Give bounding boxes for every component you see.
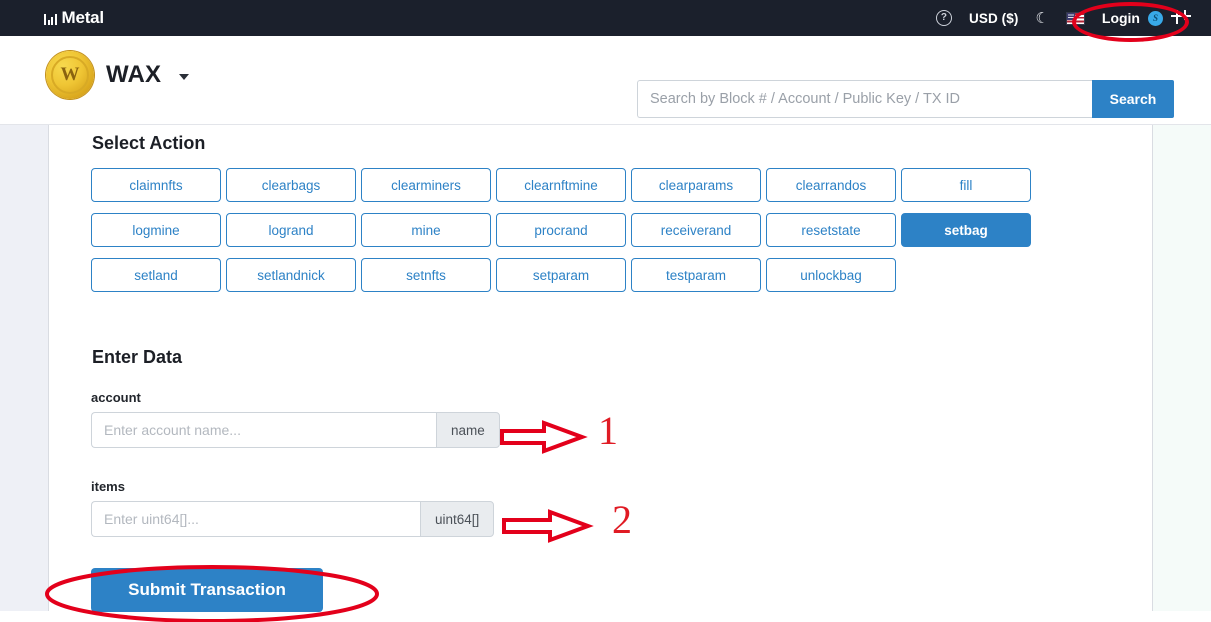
- site-logo[interactable]: Metal: [44, 8, 104, 28]
- enter-data-title: Enter Data: [92, 347, 183, 367]
- account-input[interactable]: [91, 412, 436, 448]
- wax-seal-icon: W: [46, 51, 94, 99]
- type-badge-uint64-array: uint64[]: [420, 501, 495, 537]
- search-input[interactable]: [637, 80, 1092, 118]
- search-bar: Search: [637, 80, 1174, 118]
- site-header: W WAX Search 🏠 Account Wallet Vote dApps…: [0, 36, 1211, 153]
- action-row: setland setlandnick setnfts setparam tes…: [91, 258, 1039, 292]
- currency-selector[interactable]: USD ($): [969, 11, 1018, 26]
- action-button-logmine[interactable]: logmine: [91, 213, 221, 247]
- action-button-setbag[interactable]: setbag: [901, 213, 1031, 247]
- action-button-resetstate[interactable]: resetstate: [766, 213, 896, 247]
- search-button[interactable]: Search: [1092, 80, 1174, 118]
- field-items: items uint64[]: [91, 479, 495, 537]
- login-avatar-icon: S: [1148, 10, 1163, 26]
- action-button-procrand[interactable]: procrand: [496, 213, 626, 247]
- action-button-unlockbag[interactable]: unlockbag: [766, 258, 896, 292]
- top-bar-actions: ? USD ($) ☾ Login S: [935, 9, 1191, 27]
- select-action-title: Select Action: [92, 133, 206, 153]
- chevron-down-icon[interactable]: [179, 74, 190, 80]
- action-button-setlandnick[interactable]: setlandnick: [226, 258, 356, 292]
- action-button-clearnftmine[interactable]: clearnftmine: [496, 168, 626, 202]
- right-gutter: [1153, 125, 1211, 611]
- action-button-fill[interactable]: fill: [901, 168, 1031, 202]
- action-button-setland[interactable]: setland: [91, 258, 221, 292]
- input-group-account: name: [91, 412, 500, 448]
- menu-glyph-icon[interactable]: [1171, 9, 1191, 27]
- page-background: Select Action claimnfts clearbags clearm…: [0, 125, 1211, 612]
- action-button-testparam[interactable]: testparam: [631, 258, 761, 292]
- site-logo-text: Metal: [61, 8, 105, 27]
- action-row: logmine logrand mine procrand receiveran…: [91, 213, 1039, 247]
- chain-name-label: WAX: [106, 61, 162, 88]
- login-label: Login: [1101, 10, 1140, 26]
- action-button-grid: claimnfts clearbags clearminers clearnft…: [91, 168, 1039, 303]
- field-label-items: items: [91, 479, 125, 494]
- action-button-claimnfts[interactable]: claimnfts: [91, 168, 221, 202]
- field-account: account name: [91, 390, 500, 448]
- submit-transaction-button[interactable]: Submit Transaction: [91, 568, 323, 612]
- moon-icon[interactable]: ☾: [1035, 11, 1048, 26]
- action-button-clearbags[interactable]: clearbags: [226, 168, 356, 202]
- items-input[interactable]: [91, 501, 420, 537]
- action-button-mine[interactable]: mine: [361, 213, 491, 247]
- wax-seal-letter: W: [60, 64, 80, 85]
- input-group-items: uint64[]: [91, 501, 495, 537]
- field-label-account: account: [91, 390, 141, 405]
- action-button-clearminers[interactable]: clearminers: [361, 168, 491, 202]
- action-card: Select Action claimnfts clearbags clearm…: [48, 125, 1153, 612]
- chain-selector[interactable]: W WAX: [46, 51, 190, 99]
- bars-logo-icon: [44, 12, 57, 25]
- us-flag-icon[interactable]: [1065, 11, 1085, 25]
- action-button-setparam[interactable]: setparam: [496, 258, 626, 292]
- top-utility-bar: Metal ? USD ($) ☾ Login S: [0, 0, 1211, 36]
- help-icon[interactable]: ?: [935, 10, 952, 26]
- action-button-clearrandos[interactable]: clearrandos: [766, 168, 896, 202]
- login-button[interactable]: Login S: [1101, 9, 1191, 27]
- action-button-setnfts[interactable]: setnfts: [361, 258, 491, 292]
- type-badge-name: name: [436, 412, 500, 448]
- action-button-logrand[interactable]: logrand: [226, 213, 356, 247]
- action-button-receiverand[interactable]: receiverand: [631, 213, 761, 247]
- action-button-clearparams[interactable]: clearparams: [631, 168, 761, 202]
- action-row: claimnfts clearbags clearminers clearnft…: [91, 168, 1039, 202]
